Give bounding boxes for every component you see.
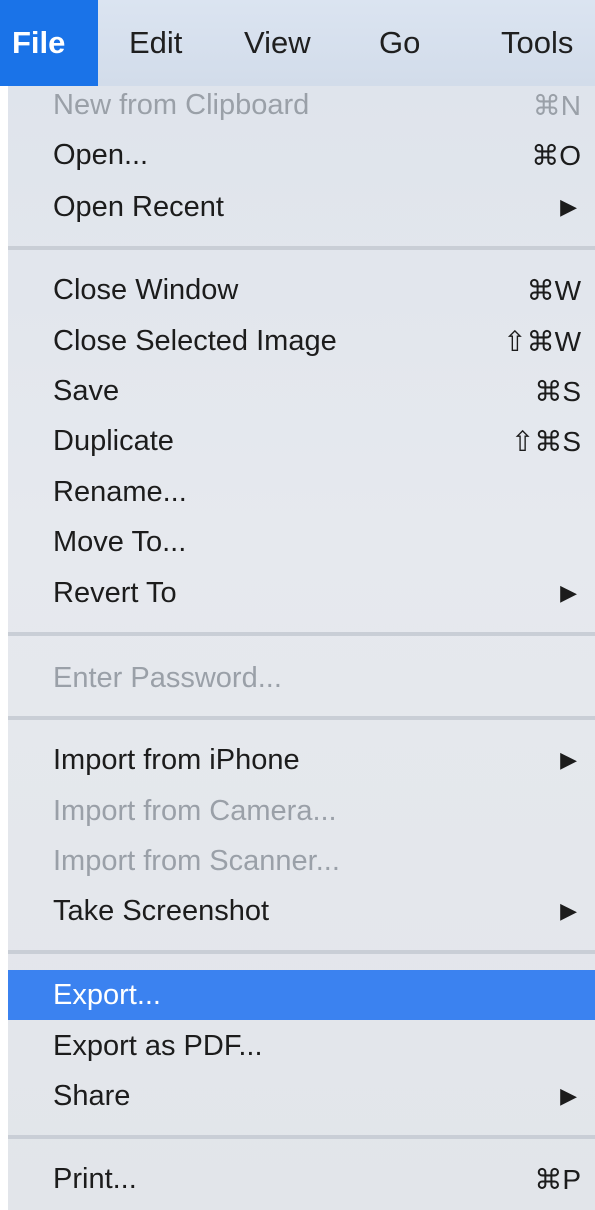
menu-item-label: Print... [53, 1162, 137, 1195]
menu-item-label: Open... [53, 138, 149, 171]
menubar-go[interactable]: Go [332, 0, 439, 86]
menu-item-label: New from Clipboard [53, 88, 310, 121]
submenu-arrow-icon: ▶ [560, 580, 577, 605]
menu-item-label: Open Recent [53, 190, 224, 223]
submenu-arrow-icon: ▶ [560, 747, 577, 772]
menu-item-open-recent[interactable]: Open Recent ▶ [8, 182, 595, 232]
menu-item-close-window[interactable]: Close Window ⌘W [8, 265, 595, 315]
shortcut-label: ⇧⌘S [510, 425, 581, 457]
submenu-arrow-icon: ▶ [560, 1083, 577, 1108]
menu-item-import-from-camera: Import from Camera... [8, 786, 595, 836]
menu-separator [8, 1135, 595, 1139]
menu-item-label: Save [53, 374, 120, 407]
menu-item-import-from-scanner: Import from Scanner... [8, 836, 595, 886]
menu-item-label: Share [53, 1079, 131, 1112]
shortcut-label: ⌘P [534, 1163, 581, 1195]
menubar-tools[interactable]: Tools [439, 0, 595, 86]
menu-item-label: Rename... [53, 475, 187, 508]
menu-item-label: Export as PDF... [53, 1029, 263, 1062]
menu-item-save[interactable]: Save ⌘S [8, 366, 595, 416]
submenu-arrow-icon: ▶ [560, 898, 577, 923]
menu-separator [8, 716, 595, 720]
file-menu-dropdown: New from Clipboard ⌘N Open... ⌘O Open Re… [8, 86, 595, 1210]
menu-item-export[interactable]: Export... [8, 970, 595, 1020]
menu-item-revert-to[interactable]: Revert To ▶ [8, 568, 595, 618]
menu-item-rename[interactable]: Rename... [8, 467, 595, 517]
menu-item-label: Close Selected Image [53, 324, 337, 357]
menu-item-print[interactable]: Print... ⌘P [8, 1154, 595, 1204]
menu-item-new-from-clipboard: New from Clipboard ⌘N [8, 80, 595, 130]
menu-item-label: Import from Scanner... [53, 844, 340, 877]
menu-item-close-selected-image[interactable]: Close Selected Image ⇧⌘W [8, 316, 595, 366]
menu-item-label: Export... [53, 978, 161, 1011]
menu-item-label: Revert To [53, 576, 177, 609]
menu-item-open[interactable]: Open... ⌘O [8, 130, 595, 180]
menu-item-label: Import from Camera... [53, 794, 337, 827]
menu-item-label: Duplicate [53, 424, 174, 457]
shortcut-label: ⇧⌘W [503, 325, 581, 357]
menu-separator [8, 632, 595, 636]
menubar-edit[interactable]: Edit [98, 0, 202, 86]
menu-item-duplicate[interactable]: Duplicate ⇧⌘S [8, 416, 595, 466]
menu-item-label: Move To... [53, 525, 187, 558]
menu-item-share[interactable]: Share ▶ [8, 1071, 595, 1121]
shortcut-label: ⌘O [531, 139, 581, 171]
menu-item-export-as-pdf[interactable]: Export as PDF... [8, 1021, 595, 1071]
menu-item-label: Enter Password... [53, 661, 282, 694]
shortcut-label: ⌘N [532, 89, 581, 121]
menu-item-label: Take Screenshot [53, 894, 270, 927]
menu-separator [8, 246, 595, 250]
shortcut-label: ⌘S [534, 375, 581, 407]
submenu-arrow-icon: ▶ [560, 194, 577, 219]
menu-item-move-to[interactable]: Move To... [8, 517, 595, 567]
shortcut-label: ⌘W [526, 274, 581, 306]
menubar-view[interactable]: View [202, 0, 332, 86]
menu-separator [8, 950, 595, 954]
menu-bar: File Edit View Go Tools [0, 0, 595, 86]
menu-item-enter-password: Enter Password... [8, 653, 595, 703]
menu-item-import-from-iphone[interactable]: Import from iPhone ▶ [8, 735, 595, 785]
menubar-file[interactable]: File [0, 0, 98, 86]
menu-item-label: Import from iPhone [53, 743, 300, 776]
menu-item-label: Close Window [53, 273, 239, 306]
menu-item-take-screenshot[interactable]: Take Screenshot ▶ [8, 886, 595, 936]
